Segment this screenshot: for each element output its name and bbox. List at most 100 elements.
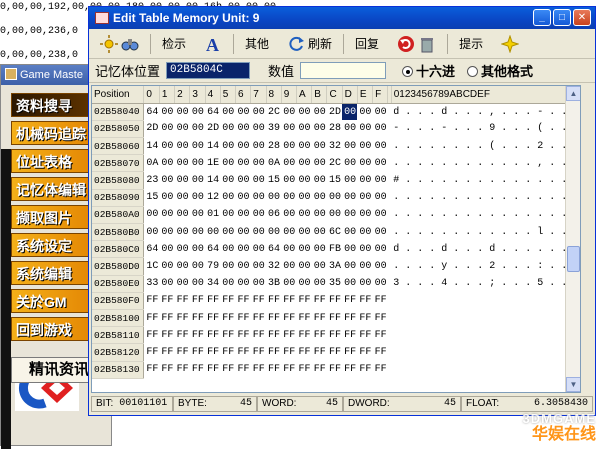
byte-cell[interactable]: 35 bbox=[327, 275, 342, 292]
byte-cell[interactable]: 00 bbox=[159, 258, 174, 275]
dialog-titlebar[interactable]: Edit Table Memory Unit: 9 _ □ ✕ bbox=[89, 7, 595, 29]
byte-cell[interactable]: 00 bbox=[373, 120, 388, 137]
byte-cell[interactable]: 00 bbox=[342, 224, 357, 241]
byte-cell[interactable]: FF bbox=[220, 309, 235, 326]
byte-cell[interactable]: FF bbox=[175, 327, 190, 344]
radio-hex-option[interactable]: 十六进 bbox=[402, 61, 455, 80]
byte-cell[interactable]: 00 bbox=[357, 275, 372, 292]
byte-cell[interactable]: 00 bbox=[236, 224, 251, 241]
byte-cell[interactable]: 00 bbox=[220, 241, 235, 258]
byte-cell[interactable]: 00 bbox=[159, 241, 174, 258]
byte-cell[interactable]: 00 bbox=[296, 155, 311, 172]
byte-cell[interactable]: 00 bbox=[296, 120, 311, 137]
byte-cell[interactable]: FF bbox=[327, 327, 342, 344]
byte-cell[interactable]: 00 bbox=[190, 138, 205, 155]
byte-cell[interactable]: FF bbox=[281, 327, 296, 344]
byte-cell[interactable]: 00 bbox=[159, 206, 174, 223]
byte-cell[interactable]: FF bbox=[190, 327, 205, 344]
byte-cell[interactable]: 00 bbox=[236, 206, 251, 223]
byte-cell[interactable]: FF bbox=[266, 327, 281, 344]
byte-cell[interactable]: 15 bbox=[327, 172, 342, 189]
byte-cell[interactable]: 15 bbox=[266, 172, 281, 189]
byte-cell[interactable]: 00 bbox=[357, 241, 372, 258]
byte-cell[interactable]: FF bbox=[175, 292, 190, 309]
minimize-button[interactable]: _ bbox=[533, 9, 551, 26]
byte-cell[interactable]: 2C bbox=[266, 103, 281, 120]
byte-cell[interactable]: FF bbox=[144, 361, 160, 378]
byte-cell[interactable]: 79 bbox=[205, 258, 220, 275]
byte-cell[interactable]: 12 bbox=[205, 189, 220, 206]
byte-cell[interactable]: 00 bbox=[205, 224, 220, 241]
search-button[interactable]: 检示 bbox=[155, 33, 193, 55]
byte-cell[interactable]: FF bbox=[159, 361, 174, 378]
ascii-cell[interactable]: 3 . . . 4 . . . ; . . . 5 . . . bbox=[391, 275, 579, 292]
byte-cell[interactable]: 00 bbox=[266, 189, 281, 206]
byte-cell[interactable]: FF bbox=[266, 361, 281, 378]
byte-cell[interactable]: 00 bbox=[251, 206, 266, 223]
byte-cell[interactable]: 00 bbox=[373, 224, 388, 241]
refresh-button[interactable]: 刷新 bbox=[280, 33, 339, 55]
byte-cell[interactable]: 00 bbox=[373, 206, 388, 223]
byte-cell[interactable]: 00 bbox=[296, 224, 311, 241]
byte-cell[interactable]: FF bbox=[190, 292, 205, 309]
byte-cell[interactable]: FF bbox=[312, 344, 327, 361]
byte-cell[interactable]: 00 bbox=[296, 275, 311, 292]
toolbar-tools-button[interactable] bbox=[93, 33, 146, 55]
byte-cell[interactable]: 00 bbox=[342, 189, 357, 206]
tips-button[interactable]: 提示 bbox=[452, 33, 490, 55]
byte-cell[interactable]: 00 bbox=[357, 258, 372, 275]
scroll-up-button[interactable]: ▲ bbox=[566, 86, 580, 101]
byte-cell[interactable]: 0A bbox=[144, 155, 160, 172]
byte-cell[interactable]: FF bbox=[357, 344, 372, 361]
radio-other-button[interactable] bbox=[467, 66, 479, 77]
byte-cell[interactable]: FF bbox=[205, 327, 220, 344]
byte-cell[interactable]: 00 bbox=[281, 275, 296, 292]
byte-cell[interactable]: 00 bbox=[373, 275, 388, 292]
byte-cell[interactable]: 1E bbox=[205, 155, 220, 172]
byte-cell[interactable]: FF bbox=[144, 344, 160, 361]
byte-cell[interactable]: 00 bbox=[144, 224, 160, 241]
byte-cell[interactable]: 00 bbox=[373, 189, 388, 206]
byte-cell[interactable]: 00 bbox=[220, 258, 235, 275]
byte-cell[interactable]: 00 bbox=[175, 206, 190, 223]
byte-cell[interactable]: 00 bbox=[236, 155, 251, 172]
byte-cell[interactable]: 00 bbox=[281, 206, 296, 223]
byte-cell[interactable]: 00 bbox=[159, 138, 174, 155]
byte-cell[interactable]: 00 bbox=[251, 138, 266, 155]
byte-cell[interactable]: 64 bbox=[266, 241, 281, 258]
byte-cell[interactable]: 15 bbox=[144, 189, 160, 206]
byte-cell[interactable]: 3B bbox=[266, 275, 281, 292]
byte-cell[interactable]: FF bbox=[190, 344, 205, 361]
byte-cell[interactable]: 2D bbox=[205, 120, 220, 137]
byte-cell[interactable]: 00 bbox=[296, 241, 311, 258]
byte-cell[interactable]: 00 bbox=[342, 258, 357, 275]
byte-cell[interactable]: FF bbox=[342, 327, 357, 344]
ascii-cell[interactable] bbox=[391, 309, 579, 326]
byte-cell[interactable]: FF bbox=[373, 292, 388, 309]
byte-cell[interactable]: 2C bbox=[327, 155, 342, 172]
ascii-cell[interactable]: d . . . d . . . , . . . - . . . bbox=[391, 103, 579, 120]
byte-cell[interactable]: FF bbox=[296, 344, 311, 361]
byte-cell[interactable]: 00 bbox=[296, 172, 311, 189]
byte-cell[interactable]: FF bbox=[312, 327, 327, 344]
byte-cell[interactable]: 00 bbox=[220, 103, 235, 120]
byte-cell[interactable]: 39 bbox=[266, 120, 281, 137]
byte-cell[interactable]: FF bbox=[312, 361, 327, 378]
byte-cell[interactable]: FF bbox=[312, 309, 327, 326]
byte-cell[interactable]: FF bbox=[159, 344, 174, 361]
byte-cell[interactable]: 00 bbox=[175, 258, 190, 275]
byte-cell[interactable]: 00 bbox=[357, 155, 372, 172]
byte-cell[interactable]: FF bbox=[281, 309, 296, 326]
byte-cell[interactable]: 00 bbox=[190, 172, 205, 189]
byte-cell[interactable]: 00 bbox=[220, 224, 235, 241]
byte-cell[interactable]: 00 bbox=[312, 224, 327, 241]
byte-cell[interactable]: FF bbox=[281, 361, 296, 378]
scroll-thumb[interactable] bbox=[567, 246, 580, 272]
byte-cell[interactable]: 00 bbox=[220, 138, 235, 155]
byte-cell[interactable]: 64 bbox=[205, 103, 220, 120]
byte-cell[interactable]: FF bbox=[236, 292, 251, 309]
radio-other-option[interactable]: 其他格式 bbox=[467, 61, 533, 80]
byte-cell[interactable]: 1C bbox=[144, 258, 160, 275]
byte-cell[interactable]: FF bbox=[144, 309, 160, 326]
byte-cell[interactable]: 00 bbox=[220, 172, 235, 189]
